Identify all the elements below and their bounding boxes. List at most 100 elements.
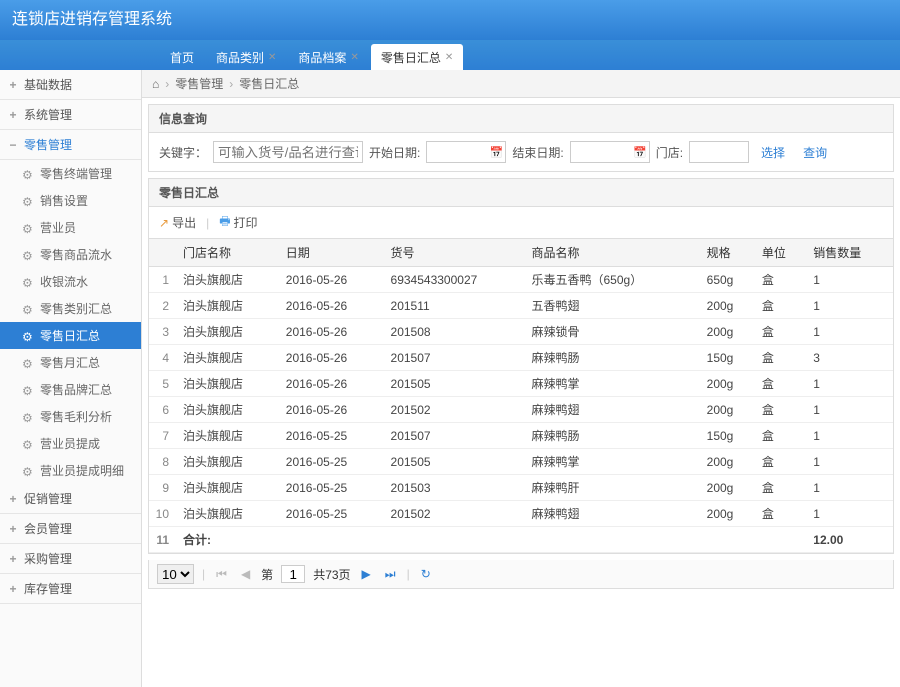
table-row[interactable]: 4泊头旗舰店2016-05-26201507麻辣鸭肠150g盒3 [149,345,893,371]
sidebar-item[interactable]: ⚙零售毛利分析 [0,403,141,430]
sidebar-item[interactable]: ⚙零售日汇总 [0,322,141,349]
cell-spec: 200g [701,293,756,319]
sidebar-item-label: 营业员提成明细 [40,462,124,479]
row-number: 2 [149,293,177,319]
cell-name: 麻辣鸭掌 [526,371,701,397]
cell-spec: 200g [701,449,756,475]
sidebar-item[interactable]: ⚙销售设置 [0,187,141,214]
table-row[interactable]: 6泊头旗舰店2016-05-26201502麻辣鸭翅200g盒1 [149,397,893,423]
breadcrumb-item[interactable]: 零售管理 [175,75,223,92]
column-header[interactable]: 日期 [280,239,385,267]
store-input[interactable] [689,141,749,163]
cell-date: 2016-05-25 [280,475,385,501]
refresh-button[interactable]: ↻ [418,567,434,581]
cell-spec: 650g [701,267,756,293]
tab-0[interactable]: 首页 [160,44,204,70]
export-button[interactable]: ↗ 导出 [159,214,196,231]
sidebar-item[interactable]: ⚙营业员 [0,214,141,241]
pager: 10 | ⏮ ◀ 第 共73页 ▶ ⏭ | ↻ [148,560,894,589]
last-page-button[interactable]: ⏭ [382,567,399,582]
column-header[interactable]: 销售数量 [807,239,893,267]
sidebar-item-label: 零售类别汇总 [40,300,112,317]
data-grid: 门店名称日期货号商品名称规格单位销售数量 1泊头旗舰店2016-05-26693… [148,238,894,554]
table-row[interactable]: 10泊头旗舰店2016-05-25201502麻辣鸭翅200g盒1 [149,501,893,527]
table-row[interactable]: 1泊头旗舰店2016-05-266934543300027乐毒五香鸭（650g）… [149,267,893,293]
query-button[interactable]: 查询 [797,142,833,163]
column-header[interactable]: 商品名称 [526,239,701,267]
gear-icon: ⚙ [22,276,34,288]
close-icon[interactable]: ✕ [350,52,358,63]
sidebar-item-label: 营业员提成 [40,435,100,452]
table-row[interactable]: 3泊头旗舰店2016-05-26201508麻辣锁骨200g盒1 [149,319,893,345]
keyword-label: 关键字： [159,144,207,161]
table-row[interactable]: 5泊头旗舰店2016-05-26201505麻辣鸭掌200g盒1 [149,371,893,397]
sidebar-item[interactable]: ⚙零售品牌汇总 [0,376,141,403]
sidebar-item[interactable]: ⚙收银流水 [0,268,141,295]
table-row[interactable]: 7泊头旗舰店2016-05-25201507麻辣鸭肠150g盒1 [149,423,893,449]
tab-2[interactable]: 商品档案✕ [288,44,368,70]
cell-store: 泊头旗舰店 [177,345,280,371]
cell-sku: 201511 [385,293,526,319]
sidebar-item[interactable]: ⚙零售商品流水 [0,241,141,268]
next-page-button[interactable]: ▶ [359,567,374,581]
cell-store: 泊头旗舰店 [177,371,280,397]
sidebar-group[interactable]: +促销管理 [0,484,141,514]
sidebar-group[interactable]: −零售管理 [0,130,141,160]
cell-date: 2016-05-26 [280,371,385,397]
page-input[interactable] [281,565,305,583]
sidebar-item[interactable]: ⚙零售终端管理 [0,160,141,187]
cell-sku: 201505 [385,371,526,397]
start-date-input[interactable] [426,141,506,163]
page-size-select[interactable]: 10 [157,564,194,584]
sidebar-item[interactable]: ⚙零售类别汇总 [0,295,141,322]
sidebar-group-label: 会员管理 [24,520,72,537]
print-button[interactable]: 🖶 打印 [219,212,257,233]
close-icon[interactable]: ✕ [268,52,276,63]
cell-store: 泊头旗舰店 [177,319,280,345]
cell-store: 泊头旗舰店 [177,475,280,501]
table-row[interactable]: 9泊头旗舰店2016-05-25201503麻辣鸭肝200g盒1 [149,475,893,501]
select-store-button[interactable]: 选择 [755,142,791,163]
cell-store: 泊头旗舰店 [177,423,280,449]
cell-name: 麻辣鸭翅 [526,501,701,527]
cell-unit: 盒 [756,423,807,449]
column-header[interactable]: 规格 [701,239,756,267]
end-date-input[interactable] [570,141,650,163]
sidebar-group[interactable]: +采购管理 [0,544,141,574]
cell-qty: 1 [807,423,893,449]
sidebar-group[interactable]: +系统管理 [0,100,141,130]
sidebar-group[interactable]: +库存管理 [0,574,141,604]
search-panel: 信息查询 关键字： 开始日期: 📅 结束日期: 📅 门店: 选择 查询 [148,104,894,172]
prev-page-button[interactable]: ◀ [238,567,253,581]
cell-unit: 盒 [756,397,807,423]
cell-store: 泊头旗舰店 [177,267,280,293]
column-header[interactable]: 单位 [756,239,807,267]
sidebar-group[interactable]: +基础数据 [0,70,141,100]
sidebar-item[interactable]: ⚙ 营业员提成明细 [0,457,141,484]
tab-1[interactable]: 商品类别✕ [206,44,286,70]
page-prefix: 第 [261,566,273,583]
first-page-button[interactable]: ⏮ [213,567,230,582]
close-icon[interactable]: ✕ [445,52,453,63]
keyword-input[interactable] [213,141,363,163]
column-header[interactable]: 货号 [385,239,526,267]
table-row[interactable]: 2泊头旗舰店2016-05-26201511五香鸭翅200g盒1 [149,293,893,319]
table-row[interactable]: 8泊头旗舰店2016-05-25201505麻辣鸭掌200g盒1 [149,449,893,475]
row-number: 7 [149,423,177,449]
sidebar-item[interactable]: ⚙零售月汇总 [0,349,141,376]
tab-3[interactable]: 零售日汇总✕ [371,44,463,70]
sidebar-item[interactable]: ⚙营业员提成 [0,430,141,457]
gear-icon: ⚙ [22,465,34,477]
gear-icon: ⚙ [22,195,34,207]
sidebar-item-label: 营业员 [40,219,76,236]
cell-qty: 3 [807,345,893,371]
home-icon[interactable]: ⌂ [152,77,159,91]
cell-unit: 盒 [756,293,807,319]
cell-date: 2016-05-25 [280,449,385,475]
sidebar-group[interactable]: +会员管理 [0,514,141,544]
pager-sep: | [202,567,205,581]
cell-date: 2016-05-25 [280,501,385,527]
plus-icon: + [8,494,18,504]
cell-sku: 201503 [385,475,526,501]
column-header[interactable]: 门店名称 [177,239,280,267]
